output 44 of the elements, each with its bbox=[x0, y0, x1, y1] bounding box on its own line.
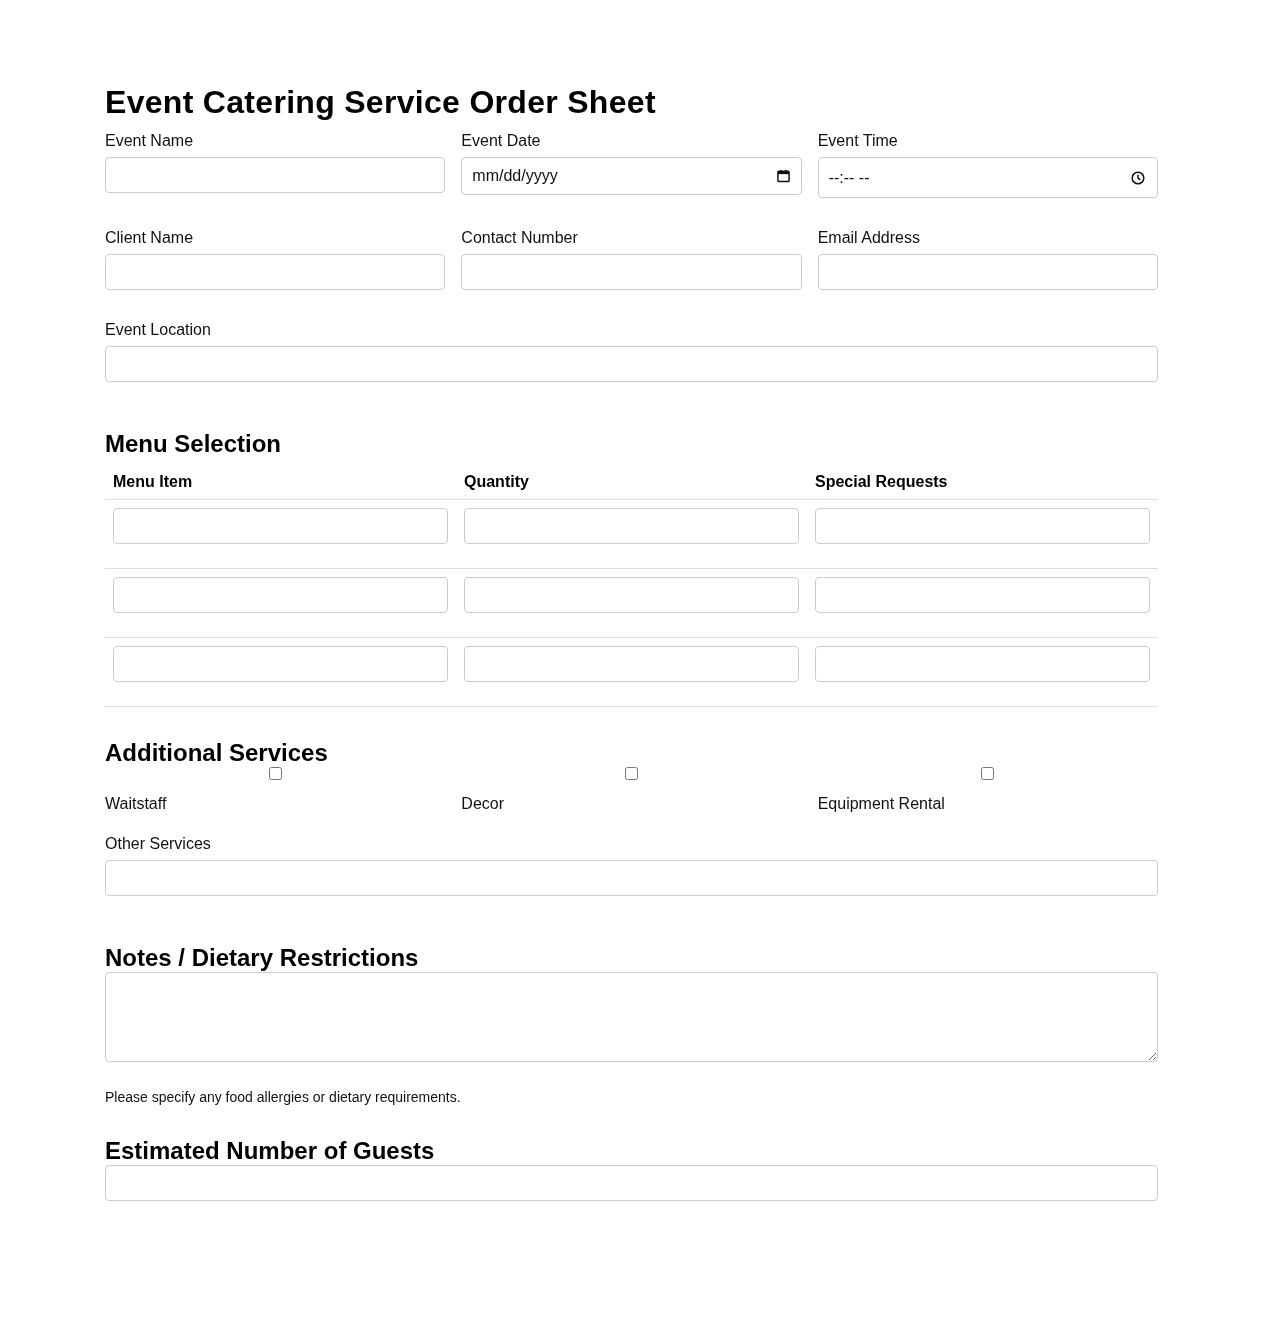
date-field[interactable]: mm/dd/yyyy bbox=[461, 157, 802, 195]
clock-icon[interactable] bbox=[1131, 171, 1145, 185]
input-field[interactable] bbox=[464, 646, 799, 682]
input-field[interactable] bbox=[461, 254, 802, 290]
field-label: Other Services bbox=[105, 835, 211, 853]
input-field[interactable] bbox=[113, 646, 448, 682]
input-field[interactable] bbox=[113, 508, 448, 544]
checkbox[interactable] bbox=[268, 767, 282, 780]
input-field[interactable] bbox=[105, 1165, 1158, 1201]
input-field[interactable] bbox=[815, 577, 1150, 613]
field-label: Event Location bbox=[105, 321, 211, 339]
input-field[interactable] bbox=[105, 157, 446, 193]
field-label: Event Time bbox=[817, 132, 898, 150]
column-header: Quantity bbox=[456, 465, 807, 500]
column-header: Menu Item bbox=[105, 465, 456, 500]
field-label: Event Date bbox=[461, 132, 541, 150]
input-field[interactable] bbox=[105, 860, 1158, 896]
input-field[interactable] bbox=[464, 577, 799, 613]
checkbox-label: Decor bbox=[461, 795, 504, 813]
input-field[interactable] bbox=[113, 577, 448, 613]
input-field[interactable] bbox=[817, 254, 1158, 290]
field-label: Event Name bbox=[105, 132, 194, 150]
input-field[interactable] bbox=[105, 346, 1158, 382]
field-label: Contact Number bbox=[461, 229, 578, 247]
input-field[interactable] bbox=[815, 646, 1150, 682]
helper-text: Please specify any food allergies or dietary requirements. bbox=[105, 1089, 461, 1105]
column-header: Special Requests bbox=[807, 465, 1158, 500]
section-heading: Additional Services bbox=[105, 739, 329, 767]
field-label: Client Name bbox=[105, 229, 194, 247]
section-heading: Menu Selection bbox=[105, 430, 283, 458]
checkbox-label: Waitstaff bbox=[105, 795, 167, 813]
section-heading: Notes / Dietary Restrictions bbox=[105, 944, 420, 972]
calendar-icon[interactable] bbox=[776, 169, 790, 183]
time-field[interactable]: --:-- -- bbox=[817, 157, 1158, 198]
checkbox[interactable] bbox=[981, 767, 995, 780]
checkbox[interactable] bbox=[625, 767, 638, 780]
page-title: Event Catering Service Order Sheet bbox=[105, 83, 657, 122]
notes-textarea[interactable] bbox=[105, 972, 1158, 1062]
section-heading: Estimated Number of Guests bbox=[105, 1137, 436, 1165]
input-field[interactable] bbox=[815, 508, 1150, 544]
field-label: Email Address bbox=[817, 229, 920, 247]
checkbox-label: Equipment Rental bbox=[817, 795, 945, 813]
input-field[interactable] bbox=[464, 508, 799, 544]
input-field[interactable] bbox=[105, 254, 446, 290]
